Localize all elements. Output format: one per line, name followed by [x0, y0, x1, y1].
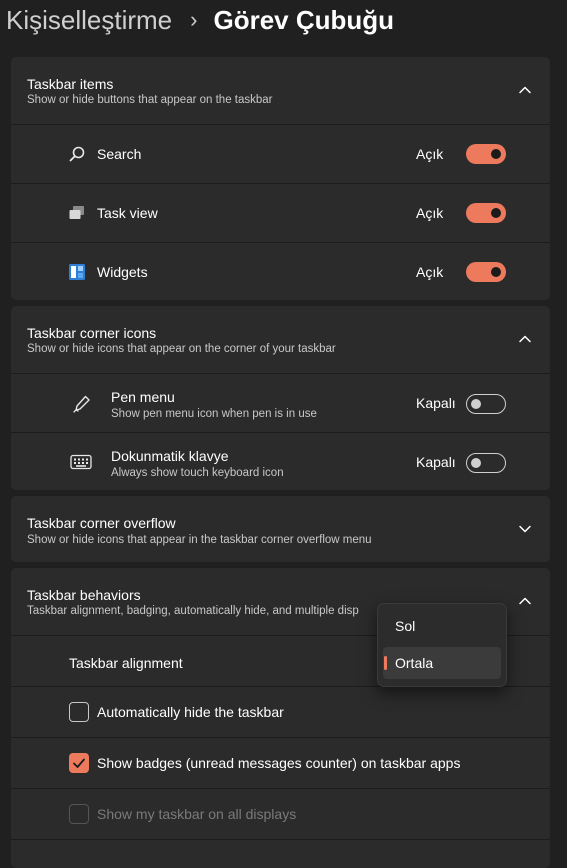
setting-description: Always show touch keyboard icon [111, 467, 284, 479]
setting-row-auto-hide: Automatically hide the taskbar [11, 686, 550, 737]
toggle-knob [491, 267, 501, 277]
option-label: Ortala [395, 655, 434, 671]
dropdown-option-center[interactable]: Ortala [383, 647, 501, 679]
toggle-state-text: Kapalı [416, 395, 456, 411]
chevron-up-icon[interactable] [518, 83, 532, 97]
toggle-state-text: Açık [416, 264, 444, 280]
checkbox-label[interactable]: Show badges (unread messages counter) on… [97, 755, 460, 771]
toggle-knob [491, 208, 501, 218]
toggle-state-text: Kapalı [416, 454, 456, 470]
task-view-icon [69, 206, 84, 219]
setting-row-pen-menu: Pen menu Show pen menu icon when pen is … [11, 373, 550, 432]
setting-label: Dokunmatik klavye [111, 448, 229, 464]
chevron-up-icon[interactable] [518, 594, 532, 608]
alignment-dropdown[interactable]: Sol Ortala [377, 603, 507, 687]
all-displays-checkbox [69, 804, 89, 824]
setting-description: Show pen menu icon when pen is in use [111, 408, 317, 420]
task-view-toggle[interactable] [466, 203, 506, 223]
setting-row-badges: Show badges (unread messages counter) on… [11, 737, 550, 788]
toggle-state-text: Açık [416, 205, 444, 221]
setting-row-search: Search Açık [11, 124, 550, 183]
option-label: Sol [395, 618, 416, 634]
widgets-icon [69, 264, 85, 280]
corner-overflow-section[interactable]: Taskbar corner overflow Show or hide ico… [11, 496, 550, 562]
search-toggle[interactable] [466, 144, 506, 164]
section-subtitle: Show or hide icons that appear in the ta… [27, 534, 372, 546]
setting-label: Search [97, 146, 142, 162]
section-subtitle: Taskbar alignment, badging, automaticall… [27, 605, 359, 617]
setting-row-all-displays: Show my taskbar on all displays [11, 788, 550, 839]
pen-menu-toggle[interactable] [466, 394, 506, 414]
breadcrumb-parent[interactable]: Kişiselleştirme [6, 5, 172, 36]
search-icon [69, 146, 85, 162]
checkbox-label[interactable]: Automatically hide the taskbar [97, 704, 284, 720]
section-subtitle: Show or hide buttons that appear on the … [27, 94, 273, 106]
show-badges-checkbox[interactable] [69, 753, 89, 773]
chevron-up-icon[interactable] [518, 332, 532, 346]
taskbar-items-section: Taskbar items Show or hide buttons that … [11, 57, 550, 300]
dropdown-option-left[interactable]: Sol [383, 610, 501, 642]
corner-icons-section: Taskbar corner icons Show or hide icons … [11, 306, 550, 490]
toggle-knob [471, 458, 481, 468]
selection-indicator [384, 656, 387, 670]
setting-row-task-view: Task view Açık [11, 183, 550, 242]
toggle-knob [471, 399, 481, 409]
toggle-knob [491, 149, 501, 159]
pen-icon [73, 395, 90, 413]
setting-row-touch-keyboard: Dokunmatik klavye Always show touch keyb… [11, 432, 550, 490]
section-title: Taskbar items [27, 76, 114, 92]
setting-row-widgets: Widgets Açık [11, 242, 550, 300]
section-subtitle: Show or hide icons that appear on the co… [27, 343, 336, 355]
keyboard-icon [70, 454, 92, 470]
taskbar-items-header[interactable]: Taskbar items Show or hide buttons that … [11, 57, 550, 124]
page-title: Görev Çubuğu [213, 4, 395, 35]
setting-label: Widgets [97, 264, 148, 280]
auto-hide-checkbox[interactable] [69, 702, 89, 722]
breadcrumb: Kişiselleştirme › Görev Çubuğu [6, 3, 394, 37]
breadcrumb-separator: › [190, 7, 198, 32]
toggle-state-text: Açık [416, 146, 444, 162]
setting-label: Pen menu [111, 389, 175, 405]
section-title: Taskbar corner icons [27, 325, 157, 341]
section-title: Taskbar corner overflow [27, 515, 176, 531]
setting-row-partial [11, 839, 550, 868]
checkmark-icon [73, 758, 85, 768]
touch-keyboard-toggle[interactable] [466, 453, 506, 473]
alignment-label: Taskbar alignment [69, 655, 183, 671]
corner-icons-header[interactable]: Taskbar corner icons Show or hide icons … [11, 306, 550, 373]
setting-label: Task view [97, 205, 158, 221]
section-title: Taskbar behaviors [27, 587, 141, 603]
chevron-down-icon[interactable] [518, 522, 532, 536]
widgets-toggle[interactable] [466, 262, 506, 282]
checkbox-label: Show my taskbar on all displays [97, 806, 297, 822]
